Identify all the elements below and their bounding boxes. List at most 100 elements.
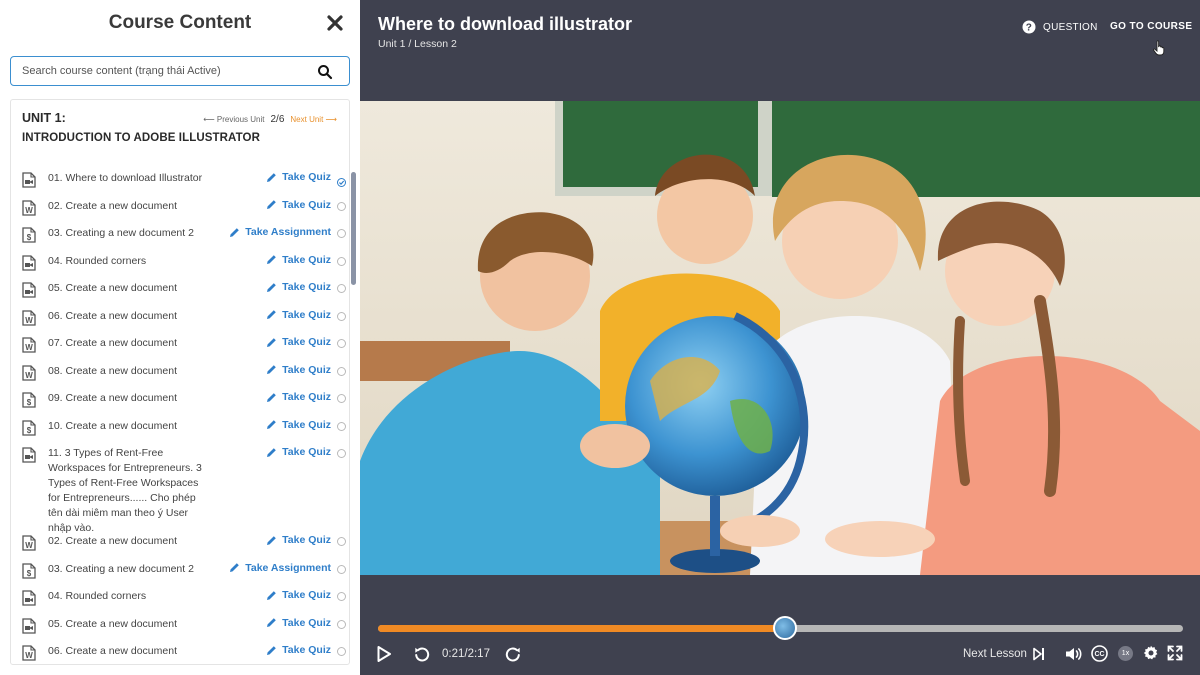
lesson-action-label: Take Assignment (245, 561, 331, 574)
lesson-status-indicator (337, 394, 346, 403)
svg-text:W: W (25, 316, 33, 325)
lesson-action-link[interactable]: Take Quiz (266, 336, 331, 348)
lesson-action-link[interactable]: Take Quiz (266, 589, 331, 601)
lesson-action-link[interactable]: Take Quiz (266, 534, 331, 546)
lesson-title: 04. Rounded corners (48, 590, 147, 602)
lesson-title: 05. Create a new document (48, 617, 177, 630)
search-input[interactable] (22, 65, 312, 77)
lesson-item[interactable]: W 08. Create a new document Take Quiz (11, 363, 346, 391)
lesson-action-label: Take Quiz (282, 171, 331, 183)
lesson-item[interactable]: W 06. Create a new document Take Quiz (11, 643, 346, 664)
lesson-item[interactable]: 01. Where to download Illustrator Take Qu… (11, 170, 346, 198)
lesson-status-indicator (337, 229, 346, 238)
rewind-icon[interactable] (414, 646, 430, 662)
lesson-item[interactable]: $10. Create a new document Take Quiz (11, 418, 346, 446)
word-doc-icon: W (22, 309, 36, 326)
lesson-action-label: Take Quiz (282, 281, 331, 293)
lesson-action-link[interactable]: Take Quiz (266, 446, 331, 458)
fullscreen-icon[interactable] (1167, 645, 1183, 661)
video-icon (22, 282, 36, 298)
lesson-item[interactable]: W 07. Create a new document Take Quiz (11, 335, 346, 363)
svg-text:CC: CC (1094, 651, 1104, 658)
previous-unit-link[interactable]: ⟵ Previous Unit (203, 115, 264, 124)
lesson-action-link[interactable]: Take Quiz (266, 254, 331, 266)
pencil-icon (267, 200, 276, 209)
lesson-action-link[interactable]: Take Quiz (266, 419, 331, 431)
next-unit-link[interactable]: Next Unit ⟶ (290, 115, 337, 124)
lesson-action-link[interactable]: Take Quiz (266, 281, 331, 293)
lesson-action-link[interactable]: Take Assignment (229, 226, 331, 238)
lesson-item[interactable]: 05. Create a new document Take Quiz (11, 616, 346, 644)
script-doc-icon: $ (22, 392, 36, 408)
search-icon[interactable] (317, 64, 333, 80)
progress-scrubber[interactable] (772, 616, 797, 640)
word-doc-icon: W (22, 337, 36, 353)
video-player: Where to download illustrator Unit 1 / L… (360, 0, 1200, 675)
next-lesson-button[interactable]: Next Lesson (963, 647, 1045, 661)
lesson-status-indicator (337, 201, 346, 211)
lesson-action-label: Take Quiz (282, 198, 331, 211)
lesson-action-label: Take Quiz (282, 534, 331, 546)
unit-navigation: ⟵ Previous Unit 2/6 Next Unit ⟶ (203, 114, 337, 125)
lesson-status-indicator (337, 339, 346, 348)
skip-next-icon (1033, 647, 1044, 661)
pencil-icon (267, 420, 276, 429)
close-icon[interactable] (324, 12, 346, 34)
lesson-title: 03. Creating a new document 2 (48, 227, 194, 239)
lesson-item[interactable]: 04. Rounded corners Take Quiz (11, 588, 346, 616)
lesson-action-label: Take Quiz (282, 418, 331, 431)
play-icon[interactable] (377, 646, 391, 662)
lesson-list-scrollbar[interactable] (351, 172, 356, 285)
svg-text:?: ? (1026, 23, 1032, 34)
video-frame[interactable] (360, 101, 1200, 575)
lesson-item[interactable]: W 06. Create a new document Take Quiz (11, 308, 346, 336)
word-doc-icon: W (22, 364, 36, 381)
lesson-action-label: Take Assignment (245, 226, 331, 238)
lesson-item[interactable]: W 02. Create a new document Take Quiz (11, 198, 346, 226)
closed-captions-icon[interactable]: CC (1091, 645, 1108, 662)
lesson-action-link[interactable]: Take Quiz (266, 199, 331, 211)
lesson-action-link[interactable]: Take Quiz (266, 391, 331, 403)
script-doc-icon: $ (22, 227, 36, 243)
pencil-icon (267, 172, 276, 182)
pencil-icon (267, 255, 276, 264)
lesson-title: 03. Creating a new document 2 (48, 562, 194, 575)
lesson-action-label: Take Quiz (282, 446, 331, 458)
lesson-action-label: Take Quiz (282, 336, 331, 348)
lesson-item[interactable]: $03. Creating a new document 2 Take Assig… (11, 561, 346, 589)
lesson-item[interactable]: 04. Rounded corners Take Quiz (11, 253, 346, 281)
lesson-list: 01. Where to download Illustrator Take Qu… (11, 170, 346, 664)
lesson-action-link[interactable]: Take Quiz (266, 617, 331, 629)
lesson-item[interactable]: 11. 3 Types of Rent-Free Workspaces for … (11, 445, 346, 534)
go-to-course-button[interactable]: GO TO COURSE (1110, 21, 1192, 32)
script-doc-icon: $ (22, 562, 36, 579)
lesson-title: 05. Create a new document (48, 282, 177, 294)
lesson-item[interactable]: 05. Create a new document Take Quiz (11, 280, 346, 308)
lesson-title: 04. Rounded corners (48, 254, 147, 267)
lesson-action-label: Take Quiz (282, 363, 331, 376)
pencil-icon (267, 447, 276, 457)
lesson-action-link[interactable]: Take Quiz (266, 364, 331, 376)
video-icon (22, 172, 36, 188)
breadcrumb: Unit 1 / Lesson 2 (378, 38, 457, 50)
settings-gear-icon[interactable] (1143, 645, 1159, 661)
sidebar-title: Course Content (108, 12, 252, 33)
progress-bar[interactable] (378, 616, 1183, 640)
lesson-item[interactable]: $03. Creating a new document 2 Take Assig… (11, 225, 346, 253)
lesson-item[interactable]: $09. Create a new document Take Quiz (11, 390, 346, 418)
course-content-sidebar: Course Content UNIT 1: INTRODUCTION TO A… (0, 0, 360, 675)
lesson-action-link[interactable]: Take Quiz (266, 309, 331, 321)
lesson-action-link[interactable]: Take Assignment (229, 562, 331, 574)
lesson-action-link[interactable]: Take Quiz (266, 171, 331, 183)
volume-icon[interactable] (1065, 646, 1083, 662)
lesson-item[interactable]: W 02. Create a new document Take Quiz (11, 533, 346, 561)
unit-title: INTRODUCTION TO ADOBE ILLUSTRATOR (22, 132, 260, 144)
question-button[interactable]: ? QUESTION (1022, 20, 1098, 34)
playback-speed-button[interactable]: 1x (1118, 646, 1133, 661)
forward-icon[interactable] (505, 646, 521, 662)
svg-text:W: W (25, 343, 33, 352)
unit-counter: 2/6 (270, 114, 285, 125)
unit-label: UNIT 1: (22, 111, 66, 125)
lesson-action-link[interactable]: Take Quiz (266, 644, 331, 656)
pencil-icon (230, 563, 240, 572)
